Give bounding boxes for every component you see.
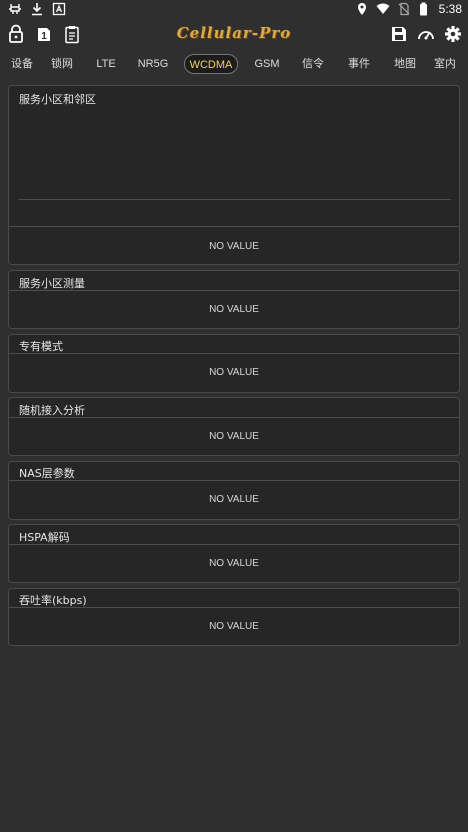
panel-title: 服务小区和邻区 bbox=[19, 93, 96, 106]
tab-gsm[interactable]: GSM bbox=[248, 54, 286, 74]
tab-device[interactable]: 设备 bbox=[4, 54, 40, 74]
svg-text:1: 1 bbox=[41, 31, 47, 42]
panel-value: NO VALUE bbox=[209, 621, 259, 632]
divider bbox=[9, 290, 459, 291]
panel-random-access-analysis: 随机接入分析 NO VALUE bbox=[8, 397, 460, 456]
tab-wcdma[interactable]: WCDMA bbox=[184, 54, 238, 74]
no-sim-icon bbox=[398, 2, 410, 16]
panel-title: 随机接入分析 bbox=[19, 404, 85, 417]
divider bbox=[9, 480, 459, 481]
divider bbox=[9, 353, 459, 354]
panel-value: NO VALUE bbox=[209, 494, 259, 505]
divider bbox=[19, 199, 451, 200]
panel-serving-and-neighbor-cells: 服务小区和邻区 NO VALUE bbox=[8, 85, 460, 265]
panel-title: 吞吐率(kbps) bbox=[19, 594, 87, 607]
tab-lte[interactable]: LTE bbox=[88, 54, 124, 74]
lock-icon[interactable] bbox=[7, 24, 25, 44]
tab-signaling[interactable]: 信令 bbox=[295, 54, 331, 74]
panel-value: NO VALUE bbox=[209, 431, 259, 442]
usb-debug-icon bbox=[9, 4, 21, 14]
clipboard-icon[interactable] bbox=[63, 24, 81, 44]
panel-hspa-decoding: HSPA解码 NO VALUE bbox=[8, 524, 460, 583]
panel-serving-cell-measurement: 服务小区测量 NO VALUE bbox=[8, 270, 460, 329]
tab-map[interactable]: 地图 bbox=[387, 54, 423, 74]
app-toolbar: 1 Cellular-Pro bbox=[0, 22, 468, 48]
divider bbox=[9, 607, 459, 608]
divider bbox=[9, 226, 459, 227]
tab-bar: 设备 锁网 LTE NR5G WCDMA GSM 信令 事件 地图 室内 bbox=[0, 52, 468, 78]
panel-title: 服务小区测量 bbox=[19, 277, 85, 290]
download-icon bbox=[32, 3, 42, 16]
gear-icon[interactable] bbox=[444, 24, 462, 44]
location-icon bbox=[357, 3, 366, 15]
panel-nas-parameters: NAS层参数 NO VALUE bbox=[8, 461, 460, 520]
save-icon[interactable] bbox=[390, 24, 408, 44]
notification-a-icon bbox=[52, 2, 66, 16]
panel-title: 专有模式 bbox=[19, 340, 63, 353]
panel-title: NAS层参数 bbox=[19, 467, 75, 480]
tab-nr5g[interactable]: NR5G bbox=[132, 54, 174, 74]
wifi-icon bbox=[376, 3, 390, 14]
sim-1-icon[interactable]: 1 bbox=[35, 24, 53, 44]
status-bar: 5:38 bbox=[0, 0, 468, 20]
panel-throughput: 吞吐率(kbps) NO VALUE bbox=[8, 588, 460, 646]
divider bbox=[9, 417, 459, 418]
panel-value: NO VALUE bbox=[209, 558, 259, 569]
app-title: Cellular-Pro bbox=[176, 24, 292, 42]
panel-title: HSPA解码 bbox=[19, 531, 70, 544]
speedometer-icon[interactable] bbox=[417, 24, 435, 44]
battery-icon bbox=[419, 2, 427, 16]
tab-indoor[interactable]: 室内 bbox=[427, 54, 463, 74]
tab-lock-network[interactable]: 锁网 bbox=[44, 54, 80, 74]
panel-value: NO VALUE bbox=[209, 304, 259, 315]
panel-value: NO VALUE bbox=[209, 367, 259, 378]
panel-value: NO VALUE bbox=[209, 241, 259, 252]
tab-events[interactable]: 事件 bbox=[341, 54, 377, 74]
panel-dedicated-mode: 专有模式 NO VALUE bbox=[8, 334, 460, 393]
divider bbox=[9, 544, 459, 545]
status-time: 5:38 bbox=[438, 2, 462, 16]
